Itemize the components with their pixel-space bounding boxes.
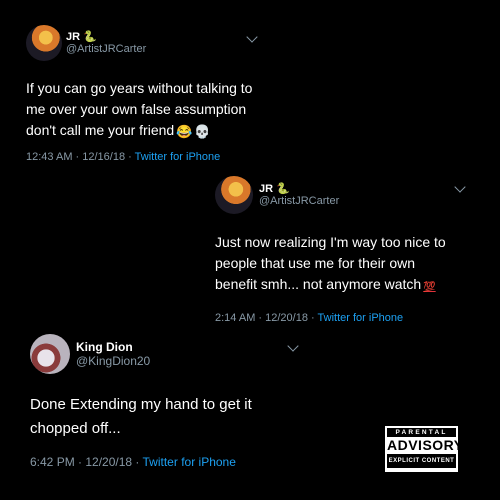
avatar[interactable] (26, 25, 62, 61)
user-handle[interactable]: @KingDion20 (76, 354, 150, 368)
timestamp[interactable]: 2:14 AM · 12/20/18 · (215, 312, 318, 324)
tweet-meta: 12:43 AM · 12/16/18 · Twitter for iPhone (26, 151, 220, 163)
tweet-meta: 6:42 PM · 12/20/18 · Twitter for iPhone (30, 455, 236, 469)
tweet-text: Done Extending my hand to get it chopped… (30, 396, 252, 437)
tweet-text: Just now realizing I'm way too nice to p… (215, 234, 446, 293)
display-name[interactable]: JR 🐍 (66, 30, 97, 43)
hundred-points-emoji-icon: 💯 (423, 282, 436, 293)
timestamp[interactable]: 6:42 PM · 12/20/18 · (30, 455, 143, 469)
chevron-down-icon[interactable] (287, 340, 299, 352)
user-handle[interactable]: @ArtistJRCarter (259, 195, 339, 207)
tweet-text: If you can go years without talking to m… (26, 80, 253, 139)
source-link[interactable]: Twitter for iPhone (143, 455, 236, 469)
source-link[interactable]: Twitter for iPhone (135, 151, 221, 163)
chevron-down-icon[interactable] (454, 181, 466, 193)
parental-advisory-label: PARENTAL ADVISORY EXPLICIT CONTENT (385, 426, 464, 472)
timestamp[interactable]: 12:43 AM · 12/16/18 · (26, 151, 135, 163)
display-name[interactable]: JR 🐍 (259, 182, 290, 195)
tweet-meta: 2:14 AM · 12/20/18 · Twitter for iPhone (215, 312, 403, 324)
user-handle[interactable]: @ArtistJRCarter (66, 43, 146, 55)
display-name[interactable]: King Dion (76, 340, 133, 354)
avatar[interactable] (215, 176, 253, 214)
avatar[interactable] (30, 334, 70, 374)
advisory-bottom-text: EXPLICIT CONTENT (387, 454, 456, 468)
snake-emoji-icon: 🐍 (276, 183, 290, 195)
advisory-top-text: PARENTAL (387, 428, 456, 437)
laughing-emoji-icon: 😂 (176, 124, 193, 139)
source-link[interactable]: Twitter for iPhone (318, 312, 404, 324)
chevron-down-icon[interactable] (246, 31, 258, 43)
snake-emoji-icon: 🐍 (83, 31, 97, 43)
skull-emoji-icon: 💀 (194, 124, 211, 139)
advisory-middle-text: ADVISORY (387, 437, 464, 454)
